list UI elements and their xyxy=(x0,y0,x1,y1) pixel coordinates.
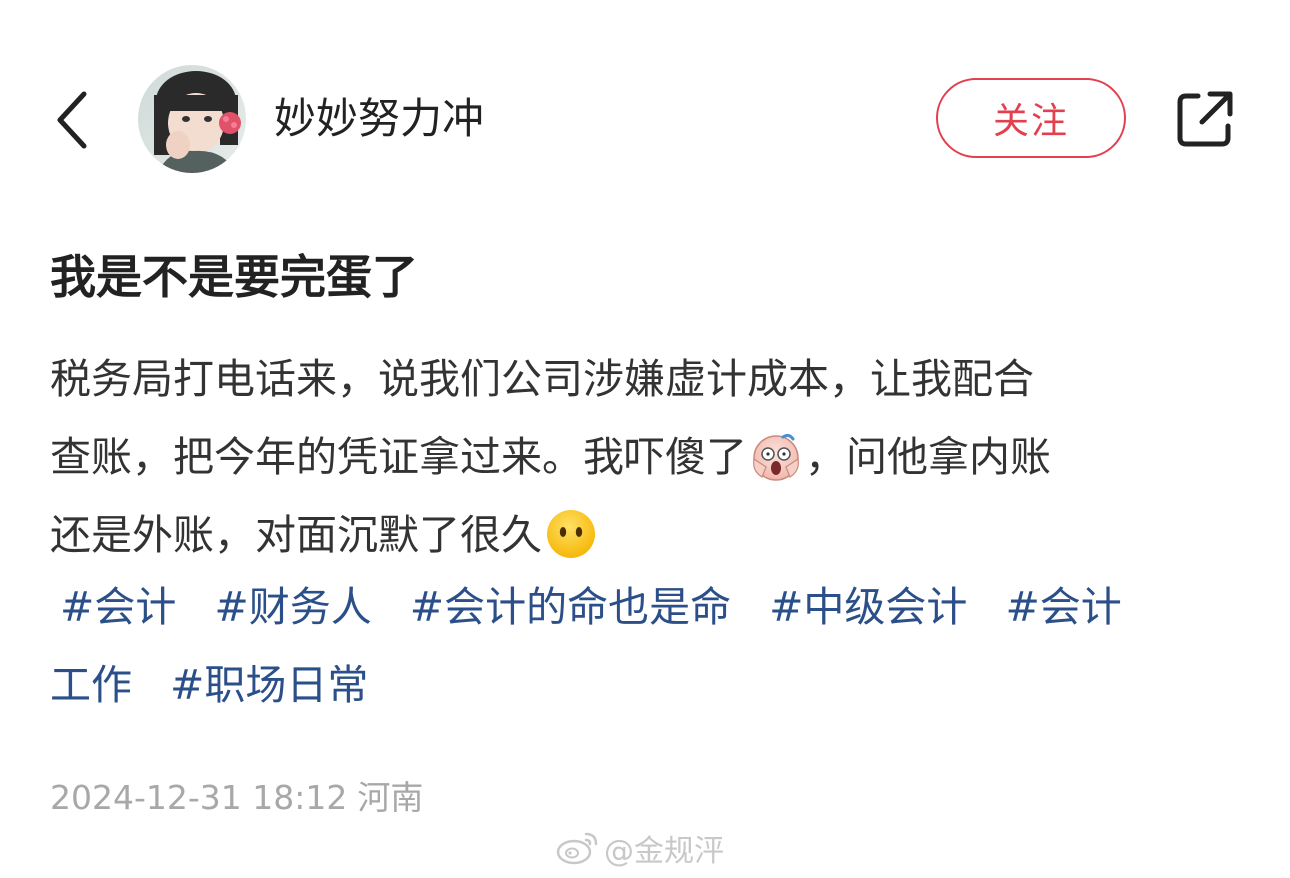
post-datetime: 2024-12-31 18:12 xyxy=(50,778,348,817)
body-line: 还是外账，对面沉默了很久 xyxy=(50,496,1250,574)
tag-line: #会计 #财务人 #会计的命也是命 #中级会计 #会计 xyxy=(50,568,1260,646)
tag-link[interactable]: #中级会计 xyxy=(769,583,967,631)
body-text: 查账，把今年的凭证拿过来。我吓傻了 xyxy=(50,433,747,481)
body-line: 税务局打电话来，说我们公司涉嫌虚计成本，让我配合 xyxy=(50,340,1250,418)
share-button[interactable] xyxy=(1166,86,1242,154)
tag-link[interactable]: #会计 xyxy=(1005,583,1121,631)
tag-link[interactable]: #会计 xyxy=(60,583,176,631)
screaming-face-emoji xyxy=(749,429,803,483)
username[interactable]: 妙妙努力冲 xyxy=(274,90,484,148)
follow-button[interactable]: 关注 xyxy=(936,78,1126,158)
post-header: 妙妙努力冲 关注 xyxy=(0,60,1290,178)
follow-button-label: 关注 xyxy=(992,101,1069,142)
tag-link[interactable]: #会计的命也是命 xyxy=(410,583,731,631)
tag-list: #会计 #财务人 #会计的命也是命 #中级会计 #会计 工作 #职场日常 xyxy=(50,568,1260,724)
watermark-text: @金规泙 xyxy=(604,834,724,869)
post-location: 河南 xyxy=(357,778,424,817)
weibo-logo-icon xyxy=(556,830,600,866)
tag-link[interactable]: #职场日常 xyxy=(170,661,368,709)
body-text: 还是外账，对面沉默了很久 xyxy=(50,511,542,559)
body-text: ，问他拿内账 xyxy=(805,433,1051,481)
chevron-left-icon xyxy=(57,91,87,149)
tag-link[interactable]: #财务人 xyxy=(214,583,371,631)
share-icon xyxy=(1177,91,1233,147)
post-body: 税务局打电话来，说我们公司涉嫌虚计成本，让我配合 查账，把今年的凭证拿过来。我吓… xyxy=(50,340,1250,574)
avatar[interactable] xyxy=(138,65,246,173)
post-meta: 2024-12-31 18:12 河南 xyxy=(50,774,423,822)
face-without-mouth-emoji xyxy=(544,507,598,561)
body-line: 查账，把今年的凭证拿过来。我吓傻了 ，问他拿内账 xyxy=(50,418,1250,496)
back-button[interactable] xyxy=(44,88,100,152)
tag-line: 工作 #职场日常 xyxy=(50,646,1260,724)
tag-link[interactable]: 工作 xyxy=(50,661,132,709)
body-text: 税务局打电话来，说我们公司涉嫌虚计成本，让我配合 xyxy=(50,355,1034,403)
post-title: 我是不是要完蛋了 xyxy=(50,250,418,304)
watermark: @金规泙 xyxy=(556,826,724,870)
